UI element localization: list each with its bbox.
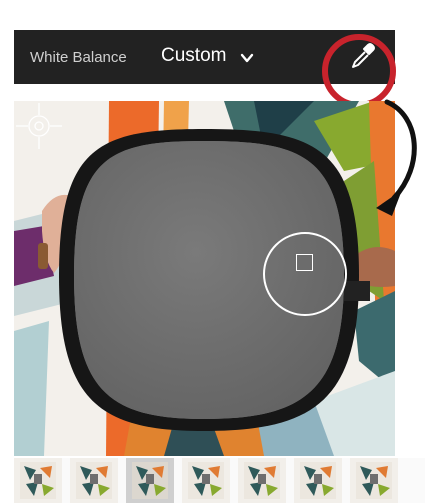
white-balance-toolbar: White Balance Custom [14, 30, 396, 108]
curved-arrow-icon [376, 99, 417, 216]
chevron-down-icon[interactable] [240, 51, 254, 65]
white-balance-label: White Balance [30, 49, 127, 66]
crosshair-icon[interactable] [14, 101, 64, 151]
filmstrip-thumbnail[interactable] [14, 458, 62, 503]
filmstrip [14, 458, 425, 503]
filmstrip-thumbnail[interactable] [70, 458, 118, 503]
filmstrip-thumbnail[interactable] [294, 458, 342, 503]
filmstrip-thumbnail[interactable] [238, 458, 286, 503]
white-balance-dropdown[interactable]: Custom [161, 45, 226, 67]
photo-preview[interactable] [14, 101, 395, 456]
filmstrip-thumbnail[interactable] [350, 458, 398, 503]
sampler-target-square [296, 254, 313, 271]
filmstrip-thumbnail[interactable] [182, 458, 230, 503]
sampler-target-circle[interactable] [263, 232, 347, 316]
filmstrip-thumbnail-selected[interactable] [126, 458, 174, 503]
